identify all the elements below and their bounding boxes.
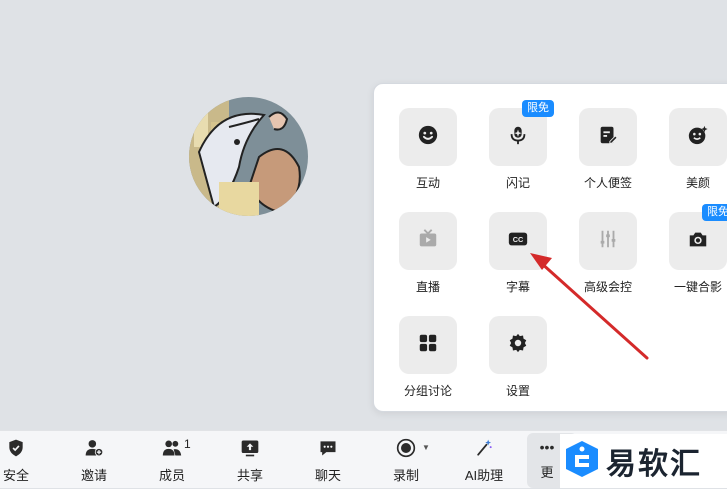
toolbar-invite-button[interactable]: 邀请 <box>62 431 126 489</box>
menu-tile[interactable] <box>399 212 457 270</box>
more-icon: ••• <box>539 439 555 455</box>
chat-icon <box>318 437 338 459</box>
cc-subtitle-icon: CC <box>507 228 529 255</box>
menu-tile[interactable]: 限免 <box>669 204 727 270</box>
toolbar-ai-assistant-button[interactable]: AI助理 <box>452 431 516 489</box>
members-count: 1 <box>184 436 191 451</box>
participant-avatar <box>189 97 308 216</box>
toolbar-record-button[interactable]: ▼ 录制 <box>374 431 438 489</box>
tv-live-icon <box>417 228 439 255</box>
members-icon: 1 <box>162 437 191 459</box>
chevron-down-icon[interactable]: ▼ <box>422 443 430 452</box>
menu-item-group-photo[interactable]: 限免 一键合影 <box>653 204 727 304</box>
toolbar-chat-button[interactable]: 聊天 <box>296 431 360 489</box>
svg-text:CC: CC <box>513 235 524 244</box>
menu-item-settings[interactable]: 设置 <box>473 316 563 408</box>
shield-icon <box>6 437 26 459</box>
beauty-face-icon <box>687 124 709 151</box>
toolbar-label: 成员 <box>158 467 185 483</box>
menu-item-subtitles[interactable]: CC 字幕 <box>473 212 563 304</box>
menu-item-label: 字幕 <box>505 280 530 294</box>
toolbar-label: AI助理 <box>464 467 504 483</box>
watermark-logo-icon <box>564 439 600 484</box>
menu-tile[interactable] <box>579 212 637 270</box>
menu-item-beauty[interactable]: 美颜 <box>653 108 727 200</box>
free-badge: 限免 <box>522 100 554 117</box>
menu-tile[interactable] <box>399 316 457 374</box>
toolbar-label: 更 <box>540 465 554 480</box>
menu-item-personal-notes[interactable]: 个人便签 <box>563 108 653 200</box>
menu-item-label: 分组讨论 <box>403 384 452 398</box>
toolbar-label: 共享 <box>236 467 263 483</box>
menu-tile[interactable] <box>399 108 457 166</box>
toolbar-label: 安全 <box>2 467 29 483</box>
gear-icon <box>507 332 529 359</box>
record-icon: ▼ <box>396 437 430 459</box>
menu-tile[interactable] <box>579 108 637 166</box>
toolbar-share-button[interactable]: 共享 <box>218 431 282 489</box>
free-badge: 限免 <box>702 204 727 221</box>
menu-item-label: 互动 <box>415 176 440 190</box>
menu-tile[interactable]: CC <box>489 212 547 270</box>
menu-item-label: 个人便签 <box>583 176 632 190</box>
menu-tile[interactable] <box>669 108 727 166</box>
toolbar-security-button[interactable]: 安全 <box>0 431 48 489</box>
sliders-icon <box>597 228 619 255</box>
site-watermark: 易软汇 <box>560 434 727 488</box>
note-edit-icon <box>597 124 619 151</box>
grid-icon <box>417 332 439 359</box>
more-menu-panel: 互动 限免 闪记 个人便签 美颜 直播 CC 字幕 高级会控 限免 一键合影 分… <box>373 83 727 412</box>
toolbar-label: 录制 <box>392 467 419 483</box>
menu-item-label: 设置 <box>505 384 530 398</box>
menu-item-advanced-control[interactable]: 高级会控 <box>563 212 653 304</box>
menu-tile[interactable]: 限免 <box>489 100 554 166</box>
menu-item-live[interactable]: 直播 <box>383 212 473 304</box>
menu-item-flash-notes[interactable]: 限免 闪记 <box>473 100 563 200</box>
watermark-text: 易软汇 <box>606 448 702 481</box>
add-user-icon <box>84 437 104 459</box>
mic-ai-icon <box>507 124 529 151</box>
menu-item-label: 美颜 <box>685 176 710 190</box>
menu-item-interaction[interactable]: 互动 <box>383 108 473 200</box>
menu-tile[interactable] <box>489 316 547 374</box>
menu-item-breakout[interactable]: 分组讨论 <box>383 316 473 408</box>
toolbar-members-button[interactable]: 1 成员 <box>140 431 204 489</box>
toolbar-label: 邀请 <box>80 467 107 483</box>
menu-item-label: 直播 <box>415 280 440 294</box>
menu-item-label: 高级会控 <box>583 280 632 294</box>
toolbar-label: 聊天 <box>314 467 341 483</box>
menu-item-label: 一键合影 <box>673 280 722 294</box>
camera-icon <box>687 228 709 255</box>
smile-icon <box>417 124 439 151</box>
share-screen-icon <box>240 437 260 459</box>
menu-item-label: 闪记 <box>505 176 530 190</box>
ai-wand-icon <box>474 437 494 459</box>
